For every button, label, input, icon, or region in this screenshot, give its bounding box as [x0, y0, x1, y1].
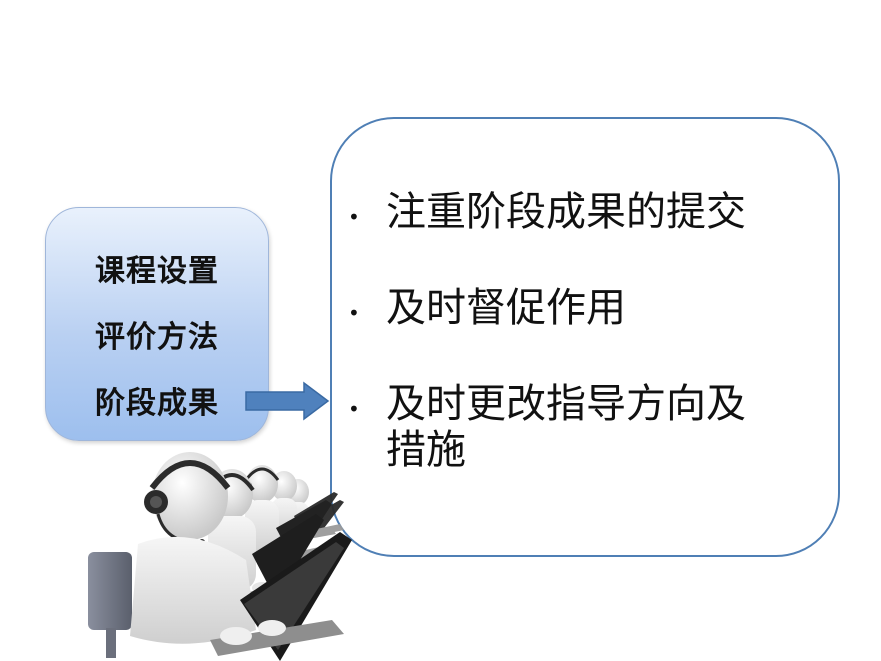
bullet-dot-icon: • — [348, 397, 360, 421]
right-bullet-box: • 注重阶段成果的提交 • 及时督促作用 • 及时更改指导方向及措施 — [330, 117, 840, 557]
left-item-course-setting: 课程设置 — [95, 254, 219, 289]
left-topic-box: 课程设置 评价方法 阶段成果 — [45, 207, 269, 441]
bullet-text-1: 注重阶段成果的提交 — [386, 189, 746, 235]
bullet-text-2: 及时督促作用 — [386, 285, 626, 331]
left-item-stage-result: 阶段成果 — [95, 386, 219, 421]
bullet-text-3: 及时更改指导方向及措施 — [386, 381, 746, 473]
call-center-operators-illustration — [88, 452, 352, 661]
left-item-evaluation-method: 评价方法 — [95, 320, 219, 355]
bullet-dot-icon: • — [348, 205, 360, 229]
right-arrow-icon — [245, 381, 330, 421]
bullet-dot-icon: • — [348, 301, 360, 325]
